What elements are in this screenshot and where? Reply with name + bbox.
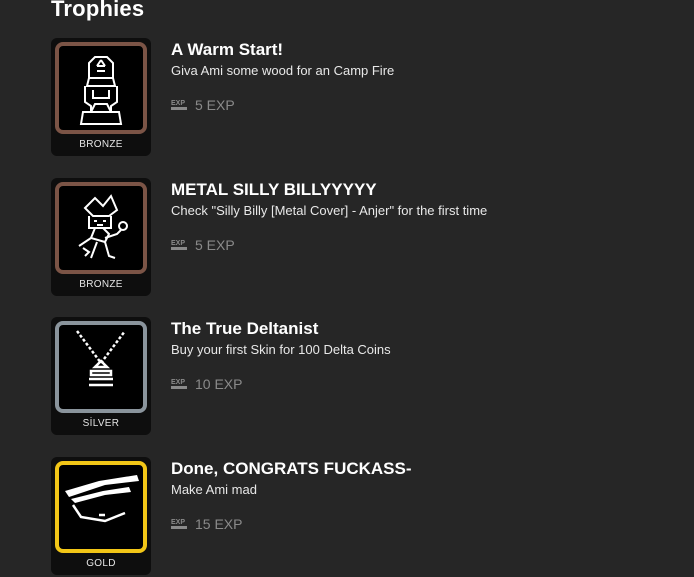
trophy-frame [55,42,147,134]
exp-icon: EXP [171,100,187,110]
trophy-title: A Warm Start! [171,40,284,59]
exp-icon: EXP [171,379,187,389]
trophy-exp: EXP 5 EXP [171,237,235,253]
svg-text:EXP: EXP [171,519,185,526]
trophy-frame [55,182,147,274]
trophy-frame [55,461,147,553]
trophy-tier: BRONZE [79,139,123,150]
trophy-tier: SİLVER [82,418,120,429]
trophy-description: Make Ami mad [171,482,257,497]
trophy-exp: EXP 5 EXP [171,97,235,113]
trophy-tier: GOLD [86,558,116,569]
trophy-description: Giva Ami some wood for an Camp Fire [171,63,395,78]
section-heading: Trophies [51,0,145,21]
trophy-exp: EXP 15 EXP [171,516,242,532]
trophy-badge: GOLD [51,457,151,575]
svg-text:EXP: EXP [171,379,185,386]
trophy-title: METAL SILLY BILLYYYYY [171,180,377,199]
trophy-badge: SİLVER [51,317,151,435]
trophy-title: The True Deltanist [171,319,319,338]
exp-icon: EXP [171,519,187,529]
exp-icon: EXP [171,240,187,250]
svg-text:EXP: EXP [171,100,185,107]
jester-character-icon [78,194,128,259]
trophy-frame [55,321,147,413]
angry-eye-icon [65,475,139,523]
trophy-exp-value: 5 EXP [195,97,235,113]
trophy-exp-value: 5 EXP [195,237,235,253]
svg-text:EXP: EXP [171,240,185,247]
trophy-tier: BRONZE [79,279,123,290]
trophy-exp-value: 15 EXP [195,516,243,532]
trophy-badge: BRONZE [51,178,151,296]
trophy-description: Buy your first Skin for 100 Delta Coins [171,342,391,357]
trophy-description: Check "Silly Billy [Metal Cover] - Anjer… [171,203,488,218]
hooded-character-icon [79,56,123,125]
trophy-exp: EXP 10 EXP [171,376,242,392]
trophy-item: BRONZE A Warm Start! Giva Ami some wood … [51,38,651,158]
trophy-item: BRONZE METAL SILLY BILLYYYYY Check "Sill… [51,178,651,298]
trophy-exp-value: 10 EXP [195,376,243,392]
necklace-pendant-icon [76,330,126,387]
trophy-badge: BRONZE [51,38,151,156]
trophy-title: Done, CONGRATS FUCKASS- [171,459,412,478]
trophy-item: GOLD Done, CONGRATS FUCKASS- Make Ami ma… [51,457,651,577]
trophy-item: SİLVER The True Deltanist Buy your first… [51,317,651,437]
